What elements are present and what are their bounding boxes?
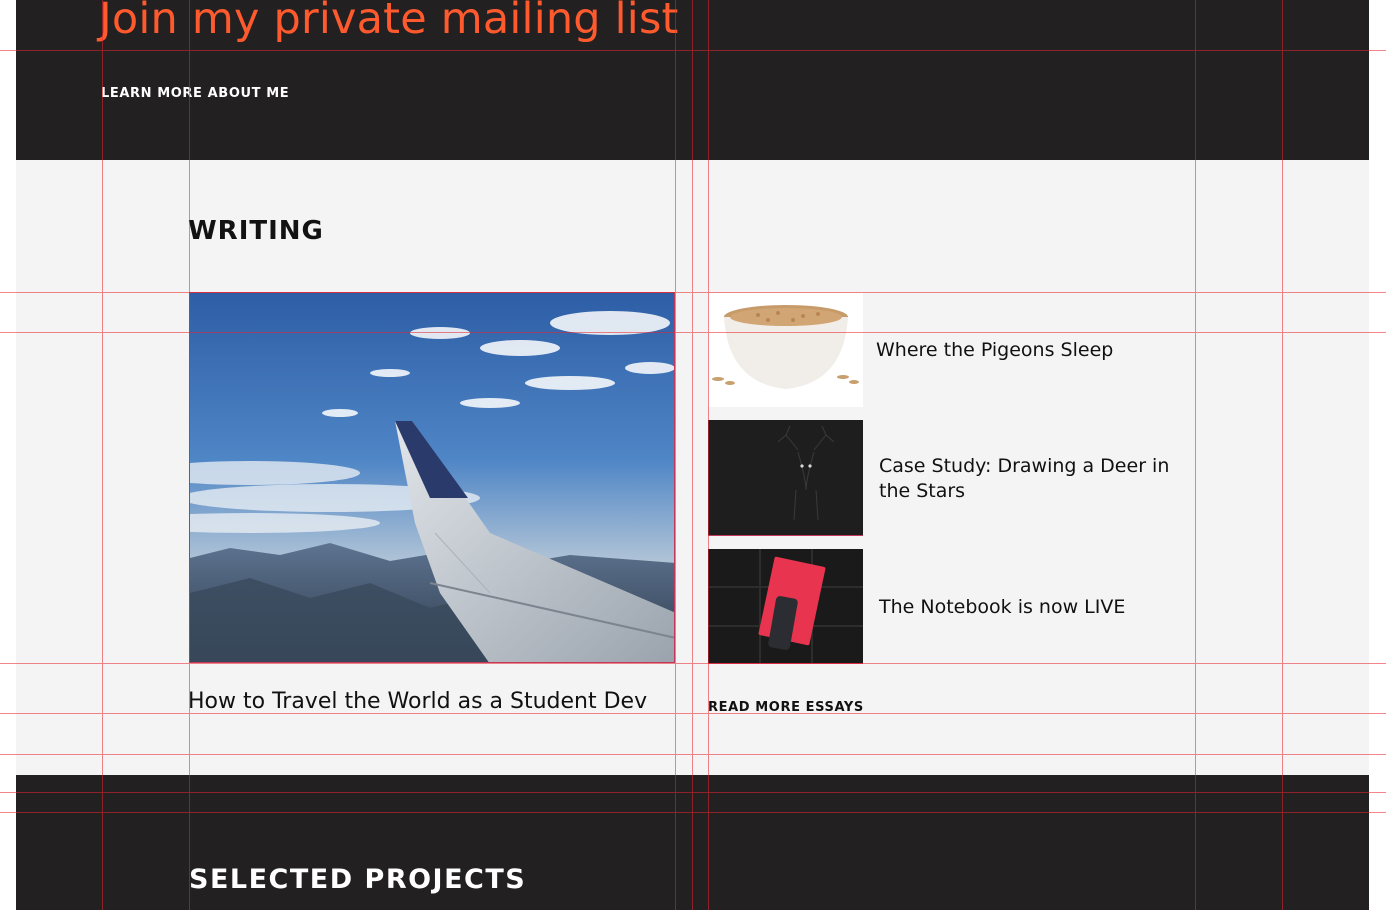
featured-article-image[interactable] xyxy=(189,292,675,663)
essay-thumbnail-deer[interactable] xyxy=(708,420,863,536)
selected-projects-heading: SELECTED PROJECTS xyxy=(189,864,527,895)
essay-thumbnail-notebook[interactable] xyxy=(708,549,863,664)
essay-thumbnail-oats[interactable] xyxy=(708,293,863,407)
red-notebook-icon xyxy=(708,549,863,663)
read-more-essays-link[interactable]: READ MORE ESSAYS xyxy=(708,700,864,715)
deer-constellation-icon xyxy=(708,420,863,535)
essay-title-notebook[interactable]: The Notebook is now LIVE xyxy=(879,595,1125,620)
essay-title-pigeons[interactable]: Where the Pigeons Sleep xyxy=(876,338,1113,363)
featured-article-title[interactable]: How to Travel the World as a Student Dev xyxy=(188,689,647,714)
essay-title-deer[interactable]: Case Study: Drawing a Deer in the Stars xyxy=(879,454,1179,504)
airplane-wing-photo xyxy=(190,293,674,662)
mailing-list-title[interactable]: Join my private mailing list xyxy=(99,0,679,44)
bowl-of-oats-icon xyxy=(712,305,859,389)
writing-heading: WRITING xyxy=(188,216,324,246)
learn-more-link[interactable]: LEARN MORE ABOUT ME xyxy=(101,86,289,101)
